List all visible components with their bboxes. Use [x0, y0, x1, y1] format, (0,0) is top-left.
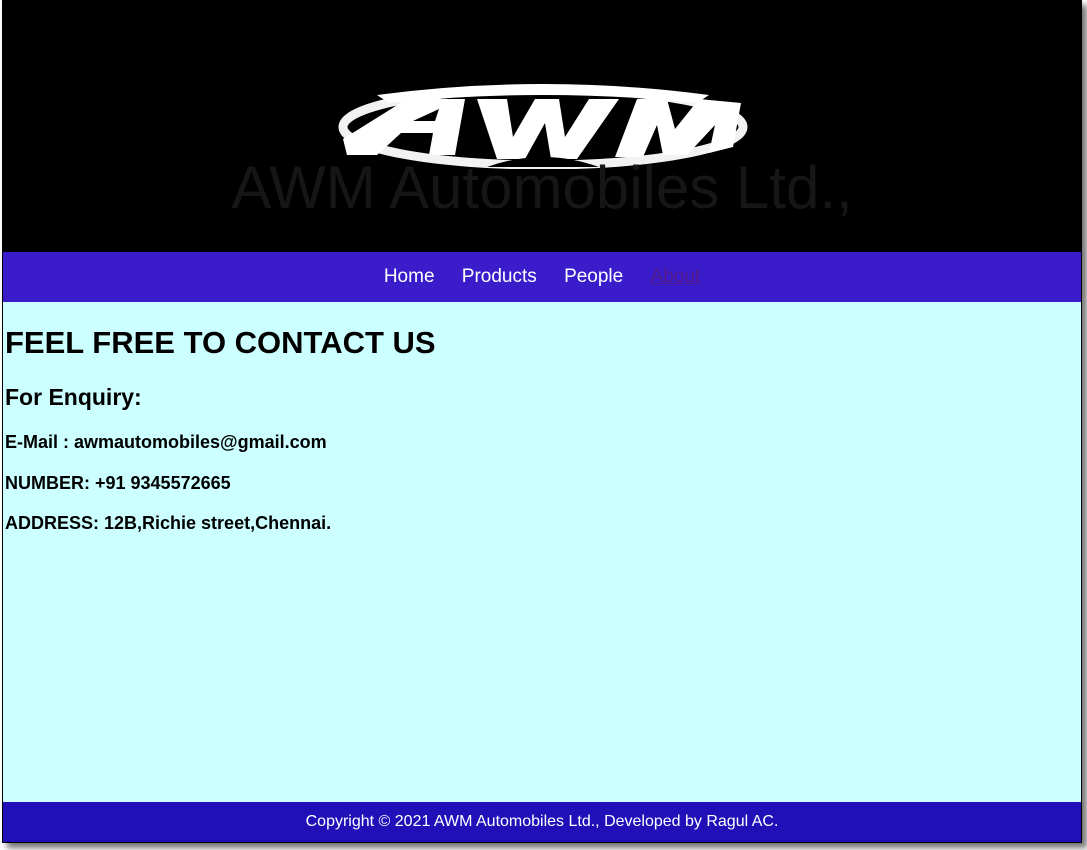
email-line: E-Mail : awmautomobiles@gmail.com: [5, 432, 327, 452]
page-heading: FEEL FREE TO CONTACT US: [5, 325, 436, 360]
enquiry-subheading: For Enquiry:: [5, 384, 142, 410]
site-header: AWM Automobiles Ltd.,: [3, 1, 1081, 252]
nav-people-link[interactable]: People: [564, 266, 623, 287]
site-title: AWM Automobiles Ltd.,: [231, 154, 853, 221]
page-frame: AWM Automobiles Ltd., Home Products Peop…: [2, 0, 1082, 843]
nav-about-link[interactable]: About: [651, 266, 701, 287]
site-footer: Copyright © 2021 AWM Automobiles Ltd., D…: [3, 802, 1081, 842]
nav-products-link[interactable]: Products: [462, 266, 537, 287]
main-nav: Home Products People About: [3, 252, 1081, 302]
copyright-text: Copyright © 2021 AWM Automobiles Ltd., D…: [305, 813, 779, 830]
nav-home-link[interactable]: Home: [384, 266, 435, 287]
address-line: ADDRESS: 12B,Richie street,Chennai.: [5, 513, 332, 533]
phone-line: NUMBER: +91 9345572665: [5, 473, 231, 493]
